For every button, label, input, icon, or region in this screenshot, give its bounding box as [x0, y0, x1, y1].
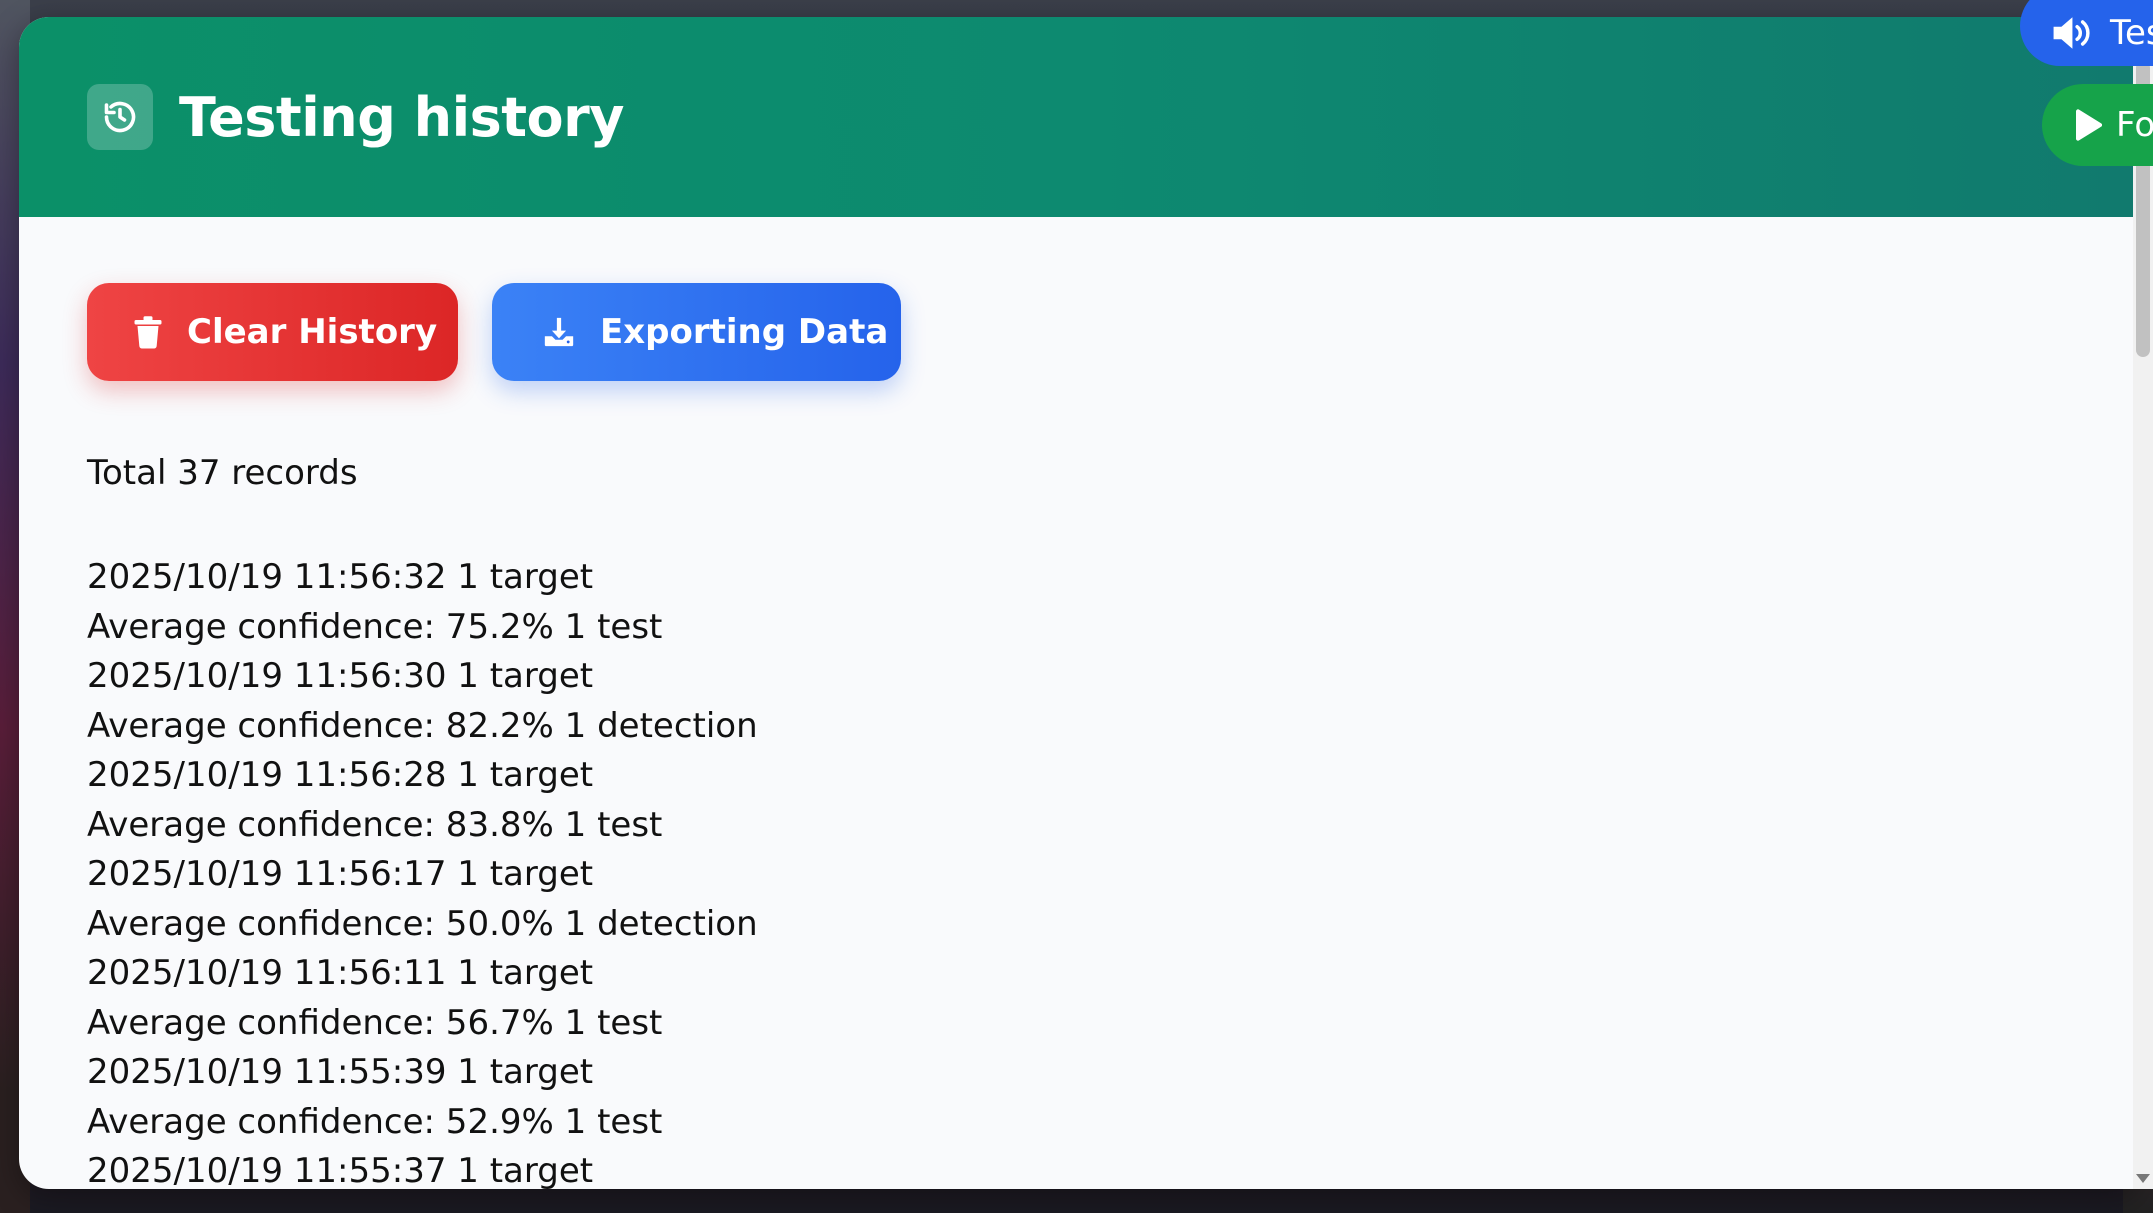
list-item: 2025/10/19 11:56:17 1 target Average con…: [87, 850, 2067, 949]
history-modal: Testing history Clear History Exporting …: [19, 17, 2135, 1189]
scroll-down-arrow-icon[interactable]: [2136, 1174, 2150, 1183]
list-item: 2025/10/19 11:55:39 1 target Average con…: [87, 1048, 2067, 1147]
record-timestamp: 2025/10/19 11:56:17 1 target: [87, 854, 594, 894]
record-timestamp: 2025/10/19 11:55:37 1 target: [87, 1151, 594, 1189]
export-data-label: Exporting Data: [600, 312, 889, 352]
records-list: 2025/10/19 11:56:32 1 target Average con…: [87, 553, 2067, 1189]
record-timestamp: 2025/10/19 11:56:32 1 target: [87, 557, 594, 597]
record-confidence: Average confidence: 50.0% 1 detection: [87, 903, 758, 944]
action-bar: Clear History Exporting Data: [87, 283, 2067, 381]
modal-body: Clear History Exporting Data Total 37 re…: [19, 217, 2135, 1189]
record-timestamp: 2025/10/19 11:56:11 1 target: [87, 953, 594, 993]
record-timestamp: 2025/10/19 11:56:28 1 target: [87, 755, 594, 795]
list-item: 2025/10/19 11:56:11 1 target Average con…: [87, 949, 2067, 1048]
record-confidence: Average confidence: 83.8% 1 test: [87, 804, 663, 845]
list-item: 2025/10/19 11:55:37 1 target: [87, 1147, 2067, 1189]
list-item: 2025/10/19 11:56:28 1 target Average con…: [87, 751, 2067, 850]
download-icon: [542, 315, 576, 349]
play-label: Fo: [2116, 105, 2153, 145]
export-data-button[interactable]: Exporting Data: [492, 283, 901, 381]
voice-test-button[interactable]: Tes: [2020, 0, 2153, 66]
record-timestamp: 2025/10/19 11:56:30 1 target: [87, 656, 594, 696]
clear-history-label: Clear History: [187, 312, 438, 352]
record-confidence: Average confidence: 56.7% 1 test: [87, 1002, 663, 1043]
list-item: 2025/10/19 11:56:30 1 target Average con…: [87, 652, 2067, 751]
scrollbar[interactable]: [2133, 17, 2153, 1189]
list-item: 2025/10/19 11:56:32 1 target Average con…: [87, 553, 2067, 652]
record-confidence: Average confidence: 82.2% 1 detection: [87, 705, 758, 746]
clear-history-button[interactable]: Clear History: [87, 283, 458, 381]
record-confidence: Average confidence: 52.9% 1 test: [87, 1101, 663, 1142]
record-confidence: Average confidence: 75.2% 1 test: [87, 606, 663, 647]
trash-icon: [133, 315, 163, 349]
record-timestamp: 2025/10/19 11:55:39 1 target: [87, 1052, 594, 1092]
modal-header: Testing history: [19, 17, 2135, 217]
play-button[interactable]: Fo: [2042, 84, 2153, 166]
voice-test-label: Tes: [2110, 13, 2153, 53]
play-icon: [2074, 109, 2102, 141]
history-icon: [87, 84, 153, 150]
total-records: Total 37 records: [87, 453, 358, 493]
page-title: Testing history: [179, 85, 625, 149]
speaker-icon: [2052, 15, 2096, 51]
